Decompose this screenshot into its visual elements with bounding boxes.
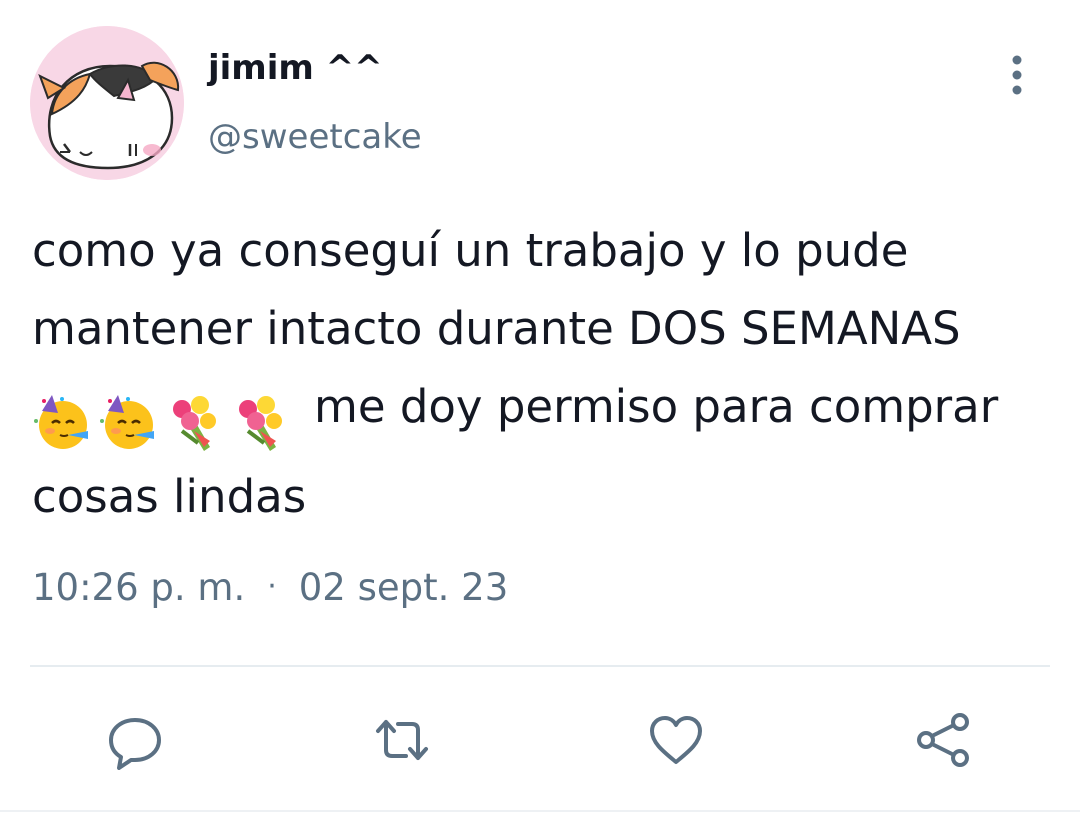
reply-button[interactable] <box>105 710 165 770</box>
share-icon <box>917 713 969 767</box>
tweet-date[interactable]: 02 sept. 23 <box>299 566 508 609</box>
user-handle[interactable]: @sweetcake <box>208 117 422 157</box>
tweet-text-line-1: como ya conseguí un trabajo y lo pude <box>32 224 909 277</box>
tweet-timestamp: 10:26 p. m. · 02 sept. 23 <box>32 566 508 609</box>
calico-cat-avatar-icon <box>30 26 184 180</box>
share-button[interactable] <box>914 710 974 770</box>
reply-icon <box>109 718 161 770</box>
tweet-time[interactable]: 10:26 p. m. <box>32 566 245 609</box>
more-vertical-icon <box>1012 55 1022 95</box>
avatar[interactable] <box>30 26 184 180</box>
separator-dot: · <box>267 569 277 604</box>
tweet-text-line-3: me doy permiso para comprar <box>32 368 1052 458</box>
bottom-divider <box>0 810 1080 812</box>
display-name[interactable]: jimim ^^ <box>208 48 383 88</box>
partying-face-emoji-icon <box>98 391 160 453</box>
tweet-text-line-4: cosas lindas <box>32 470 307 523</box>
retweet-icon <box>376 720 428 760</box>
like-button[interactable] <box>646 710 706 770</box>
bouquet-emoji-icon <box>230 391 292 453</box>
retweet-button[interactable] <box>372 710 432 770</box>
tweet-header: jimim ^^ @sweetcake <box>0 0 1080 200</box>
tweet-text-line-3-text: me doy permiso para comprar <box>314 380 999 433</box>
divider <box>30 665 1050 667</box>
more-options-button[interactable] <box>994 52 1040 98</box>
bouquet-emoji-icon <box>164 391 226 453</box>
emoji-group <box>32 380 296 458</box>
tweet-text-line-2: mantener intacto durante DOS SEMANAS <box>32 302 961 355</box>
tweet-action-bar <box>0 700 1080 780</box>
tweet-text: como ya conseguí un trabajo y lo pude ma… <box>32 212 1052 536</box>
partying-face-emoji-icon <box>32 391 94 453</box>
heart-icon <box>650 716 702 764</box>
